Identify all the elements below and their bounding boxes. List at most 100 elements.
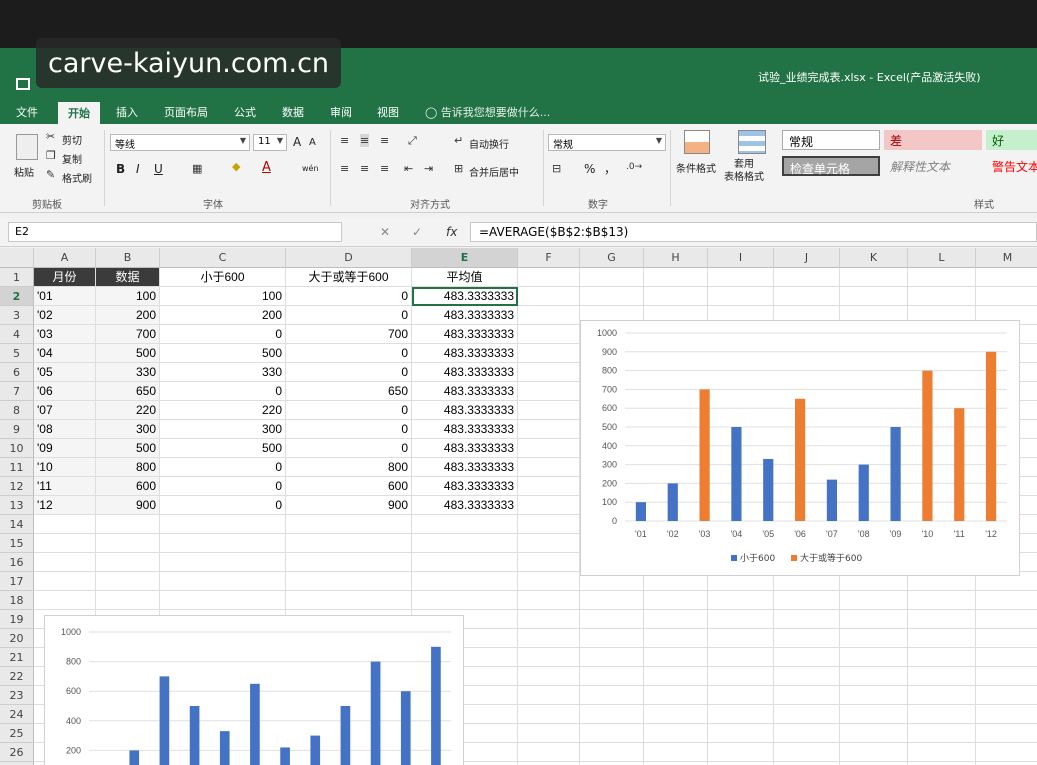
data-cell[interactable]: 500 [96,344,160,363]
data-cell[interactable]: 650 [96,382,160,401]
column-header-k[interactable]: K [840,248,908,268]
cell[interactable] [908,686,976,705]
align-left-icon[interactable]: ≡ [340,162,349,175]
row-header-9[interactable]: 9 [0,420,34,439]
column-header-h[interactable]: H [644,248,708,268]
column-header-f[interactable]: F [518,248,580,268]
conditional-format-button[interactable]: 条件格式 [676,160,716,175]
data-cell[interactable]: 500 [160,344,286,363]
data-cell[interactable]: 330 [96,363,160,382]
cell[interactable] [908,629,976,648]
cell[interactable] [518,648,580,667]
data-cell[interactable]: 100 [96,287,160,306]
cell[interactable] [518,439,580,458]
data-cell[interactable]: 483.3333333 [412,382,518,401]
data-cell[interactable]: 483.3333333 [412,439,518,458]
cell[interactable] [518,287,580,306]
cell[interactable] [580,287,644,306]
data-cell[interactable]: 483.3333333 [412,420,518,439]
cell[interactable] [708,667,774,686]
row-header-25[interactable]: 25 [0,724,34,743]
cell[interactable] [840,648,908,667]
cell[interactable] [518,610,580,629]
cell[interactable] [96,515,160,534]
data-cell[interactable]: 483.3333333 [412,496,518,515]
cell[interactable] [644,268,708,287]
tab-file[interactable]: 文件 [16,104,38,120]
data-cell[interactable]: 0 [286,287,412,306]
cell[interactable] [908,705,976,724]
data-cell[interactable]: 0 [286,363,412,382]
data-cell[interactable]: 483.3333333 [412,344,518,363]
align-middle-icon[interactable]: ≡ [360,134,370,147]
data-cell[interactable]: '10 [34,458,96,477]
increase-indent-icon[interactable]: ⇥ [424,162,433,175]
style-normal[interactable]: 常规 [782,130,880,150]
currency-icon[interactable]: ⊟ [552,162,561,175]
cell[interactable] [708,287,774,306]
data-cell[interactable]: 0 [286,401,412,420]
data-cell[interactable]: 600 [96,477,160,496]
data-cell[interactable]: 220 [160,401,286,420]
data-cell[interactable]: '08 [34,420,96,439]
cell[interactable] [412,591,518,610]
cell[interactable] [774,667,840,686]
cell[interactable] [774,287,840,306]
chart-2[interactable]: 200 400 600 800 1000 [44,615,464,765]
font-name-select[interactable]: 等线 ▼ [110,134,250,151]
cell[interactable] [708,268,774,287]
column-header-j[interactable]: J [774,248,840,268]
fill-color-icon[interactable]: ◆ [232,160,240,173]
cell[interactable] [518,268,580,287]
cell[interactable] [518,667,580,686]
data-cell[interactable]: 500 [96,439,160,458]
number-format-select[interactable]: 常规 ▼ [548,134,666,151]
cell[interactable] [518,458,580,477]
row-header-24[interactable]: 24 [0,705,34,724]
format-table-button[interactable]: 套用 表格格式 [724,158,764,184]
cell[interactable] [96,553,160,572]
cell[interactable] [644,667,708,686]
tab-data[interactable]: 数据 [282,104,304,120]
column-header-l[interactable]: L [908,248,976,268]
row-header-12[interactable]: 12 [0,477,34,496]
cell[interactable] [774,629,840,648]
row-header-17[interactable]: 17 [0,572,34,591]
data-cell[interactable]: 483.3333333 [412,287,518,306]
borders-icon[interactable]: ▦ [192,162,202,175]
cell[interactable] [976,686,1037,705]
cell[interactable] [840,629,908,648]
cell[interactable] [518,363,580,382]
wrap-text-button[interactable]: 自动换行 [469,136,509,151]
cell[interactable] [34,515,96,534]
tab-review[interactable]: 审阅 [330,104,352,120]
row-header-22[interactable]: 22 [0,667,34,686]
data-cell[interactable]: '02 [34,306,96,325]
cell[interactable] [286,572,412,591]
cell[interactable] [518,743,580,762]
insert-function-button[interactable]: fx [446,225,457,239]
cell[interactable] [644,591,708,610]
font-color-button[interactable]: A [262,160,271,175]
data-cell[interactable]: 200 [160,306,286,325]
cell[interactable] [34,534,96,553]
data-cell[interactable]: 100 [160,287,286,306]
cell[interactable] [160,572,286,591]
cell[interactable] [518,420,580,439]
column-header-e[interactable]: E [412,248,518,268]
cell[interactable] [96,572,160,591]
cell[interactable] [708,629,774,648]
align-bottom-icon[interactable]: ≡ [380,134,389,147]
data-cell[interactable]: 0 [286,344,412,363]
style-warning[interactable]: 警告文本 [986,156,1037,176]
data-cell[interactable]: 483.3333333 [412,477,518,496]
data-cell[interactable]: 700 [286,325,412,344]
data-cell[interactable]: '01 [34,287,96,306]
data-cell[interactable]: '04 [34,344,96,363]
row-header-20[interactable]: 20 [0,629,34,648]
cell[interactable] [908,648,976,667]
select-all-corner[interactable] [0,248,34,268]
data-cell[interactable]: '03 [34,325,96,344]
data-cell[interactable]: 0 [160,458,286,477]
cell[interactable] [518,572,580,591]
